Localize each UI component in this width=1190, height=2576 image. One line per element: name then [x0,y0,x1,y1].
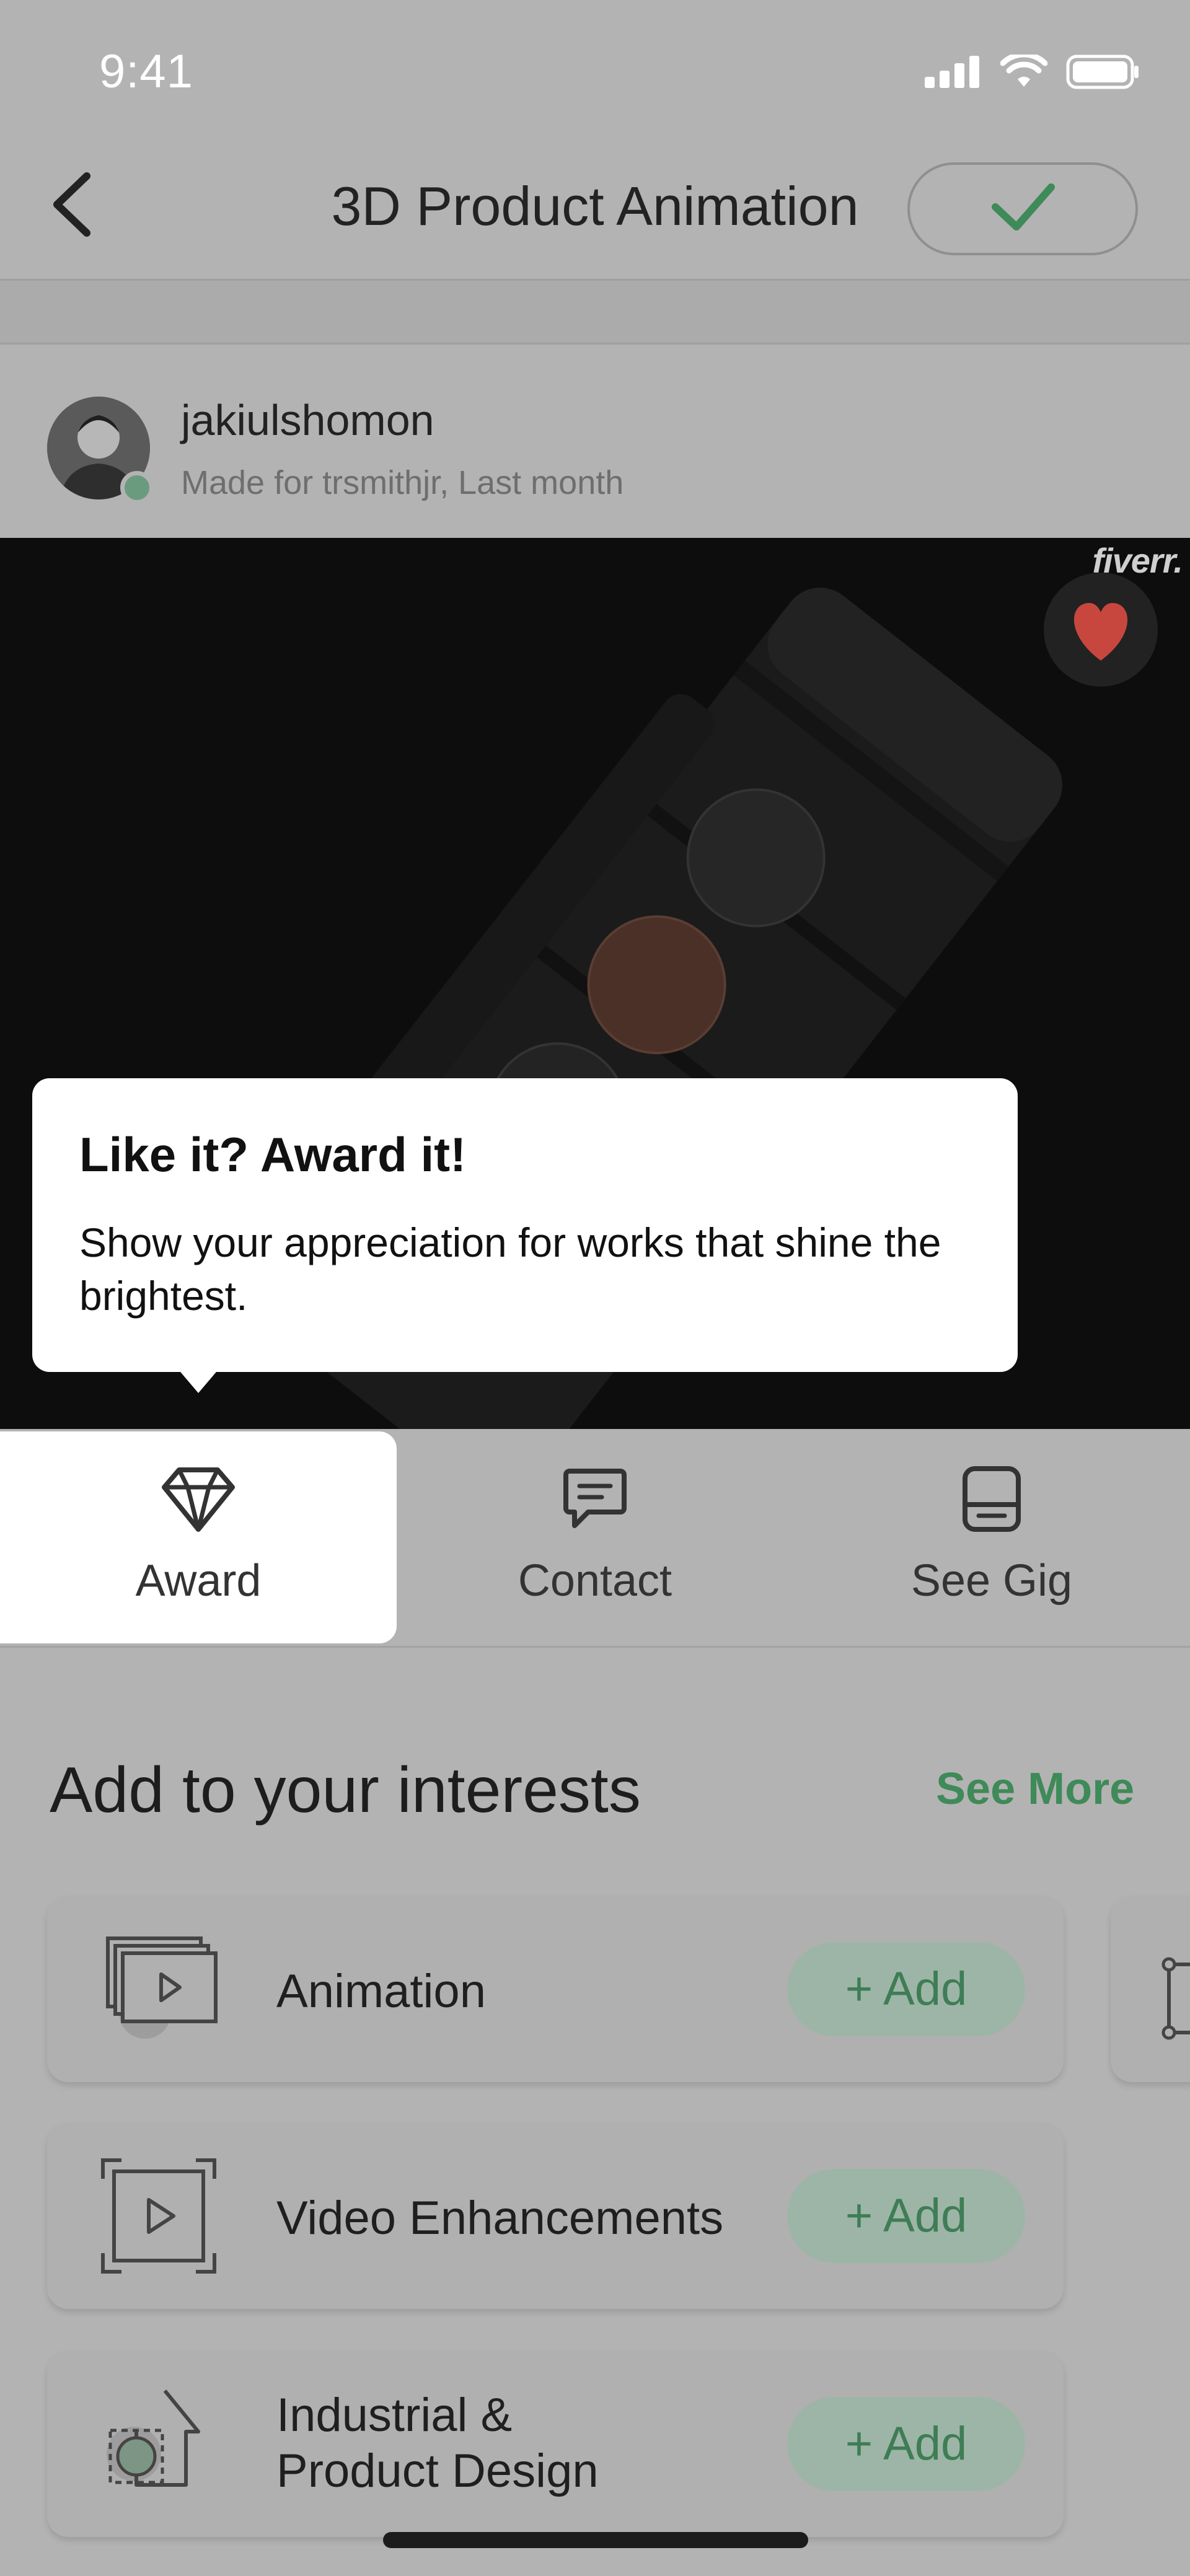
home-indicator[interactable] [383,2532,808,2548]
tooltip-arrow [177,1368,219,1393]
interest-label: Animation [276,1965,486,2018]
checkmark-icon [992,183,1055,231]
product-design-icon [107,2389,200,2487]
add-label: Add [883,1963,967,2015]
interest-card-next[interactable] [1111,1896,1190,2082]
contact-button[interactable]: Contact [397,1431,793,1643]
interests-title: Add to your interests [50,1754,641,1826]
diamond-icon [162,1467,235,1532]
interest-card-animation[interactable]: Animation + Add [47,1896,1064,2082]
header-strip [0,281,1190,343]
gig-icon [963,1466,1021,1532]
interest-label-line2: Product Design [276,2445,599,2497]
online-status-indicator [120,471,154,504]
add-interest-button[interactable]: + Add [787,2397,1025,2491]
heart-icon [1073,602,1128,661]
favorite-button[interactable] [1044,573,1158,687]
animation-icon [106,1936,218,2039]
interest-label-line1: Industrial & [276,2389,513,2442]
see-gig-button[interactable]: See Gig [793,1431,1190,1643]
crop-icon [1161,1957,1190,2040]
interest-label: Video Enhancements [276,2192,724,2244]
award-button[interactable]: Award [0,1431,397,1643]
author-subtitle: Made for trsmithjr, Last month [181,464,624,501]
action-divider [0,1646,1190,1648]
interest-card-industrial-product-design[interactable]: Industrial & Product Design + Add [47,2351,1064,2537]
chat-icon [563,1469,627,1528]
see-more-link[interactable]: See More [936,1764,1134,1814]
plus-icon: + [845,1963,884,2015]
interest-card-video-enhancements[interactable]: Video Enhancements + Add [47,2123,1064,2309]
award-label: Award [135,1556,262,1606]
wifi-icon [1000,55,1047,87]
add-interest-button[interactable]: + Add [787,1942,1025,2036]
plus-icon: + [845,2417,884,2470]
contact-label: Contact [518,1556,672,1606]
strip-divider [0,343,1190,345]
done-button[interactable] [907,162,1138,255]
cellular-signal-icon [925,56,979,88]
see-gig-label: See Gig [910,1556,1073,1606]
tooltip-title: Like it? Award it! [79,1127,467,1182]
plus-icon: + [845,2189,884,2242]
author-name[interactable]: jakiulshomon [181,395,434,445]
tooltip-body: Show your appreciation for works that sh… [79,1220,941,1319]
battery-icon [1066,55,1139,89]
add-label: Add [883,2189,967,2242]
add-label: Add [883,2417,967,2470]
status-icons [925,55,1140,89]
add-interest-button[interactable]: + Add [787,2169,1025,2263]
video-frame-icon [101,2158,216,2274]
status-time: 9:41 [99,45,193,98]
